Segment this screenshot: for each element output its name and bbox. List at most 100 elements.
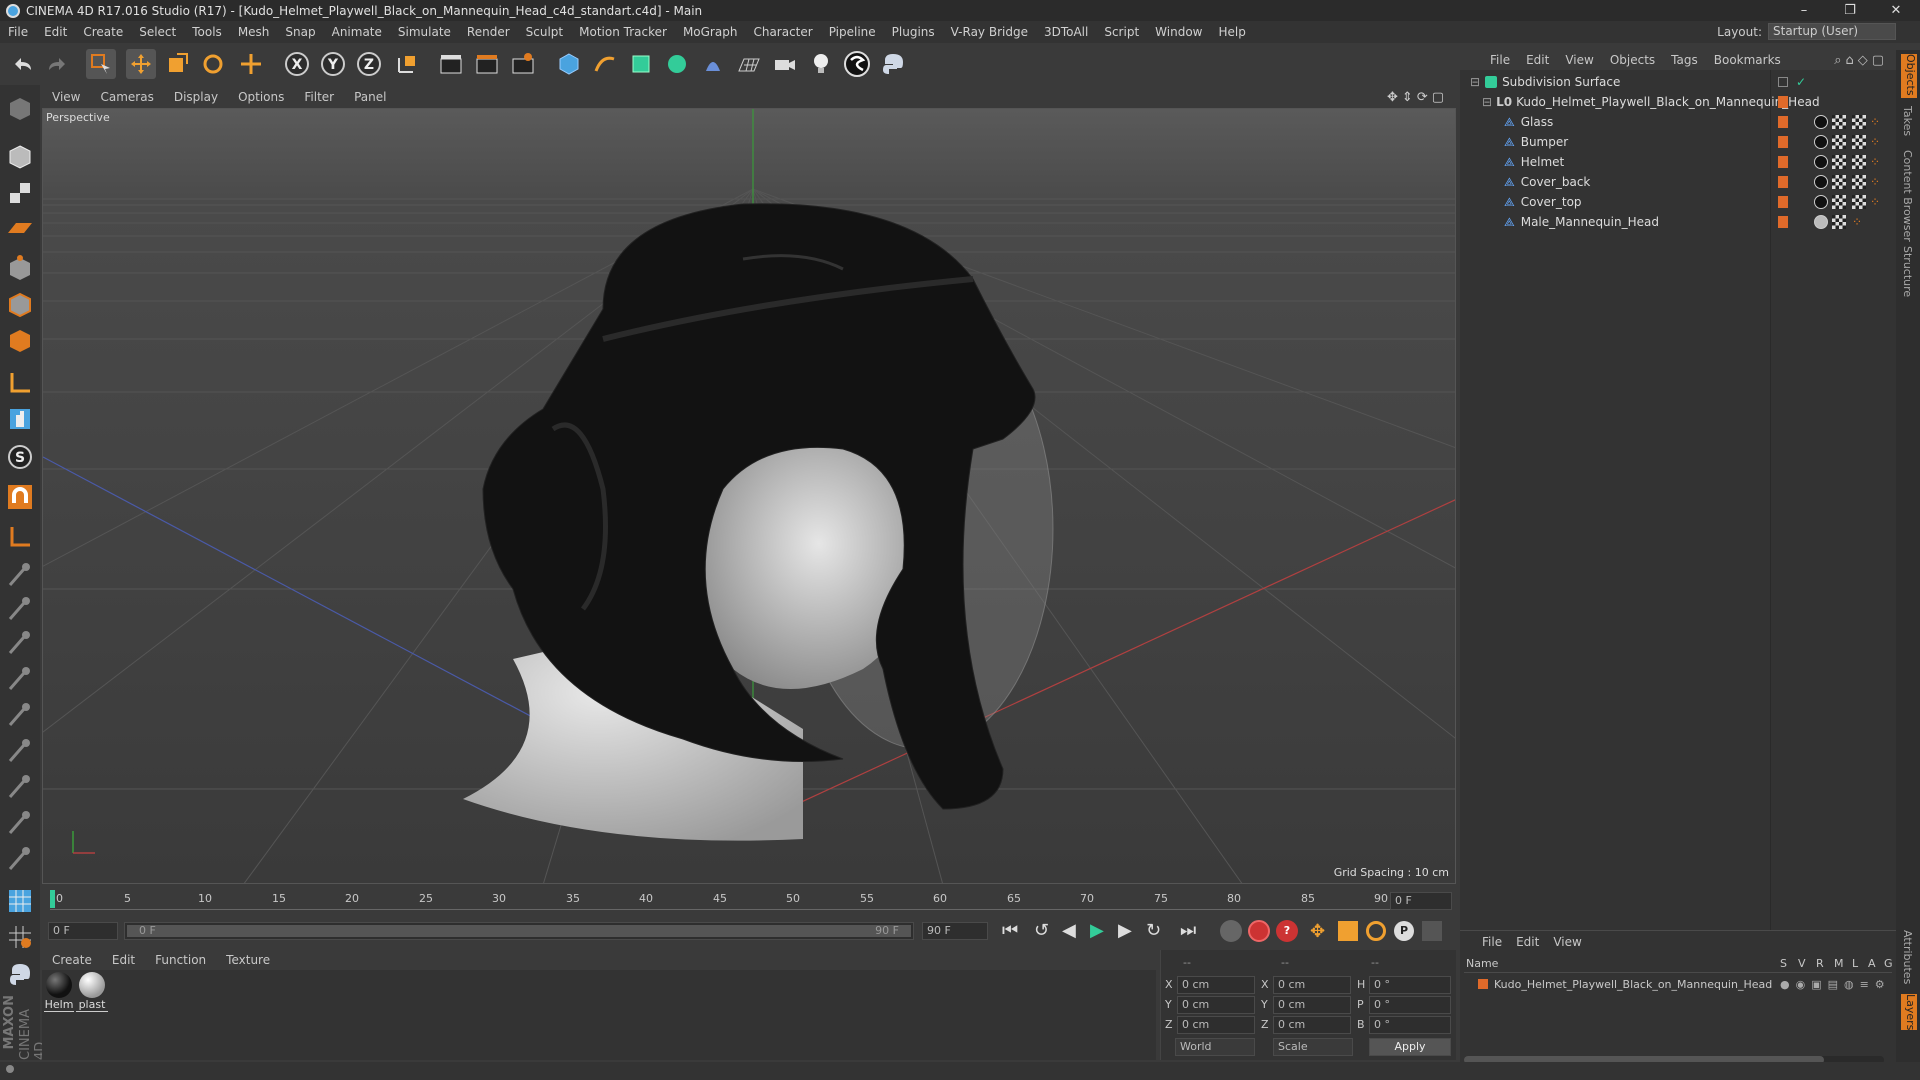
object-menu-view[interactable]: View bbox=[1557, 53, 1601, 67]
menu-edit[interactable]: Edit bbox=[36, 25, 75, 39]
phong-tag-icon[interactable]: ⁘ bbox=[1870, 155, 1880, 169]
menu-vray-bridge[interactable]: V-Ray Bridge bbox=[943, 25, 1036, 39]
phong-tag-icon[interactable]: ⁘ bbox=[1852, 215, 1862, 229]
menu-pipeline[interactable]: Pipeline bbox=[821, 25, 884, 39]
render-picture-viewer-button[interactable] bbox=[472, 49, 502, 79]
lock-grid-2-button[interactable] bbox=[4, 921, 36, 953]
timeline-ruler[interactable]: 0 5 10 15 20 25 30 35 40 45 50 55 60 65 … bbox=[42, 886, 1456, 914]
coordinate-mode-select[interactable]: World bbox=[1175, 1038, 1255, 1056]
sculpt-brush-6-button[interactable] bbox=[4, 735, 36, 767]
object-row-helmet[interactable]: ⟁ Helmet ⁘ bbox=[1460, 152, 1896, 172]
minimize-button[interactable]: – bbox=[1782, 0, 1826, 21]
tab-takes[interactable]: Takes bbox=[1901, 106, 1914, 136]
material-menu-edit[interactable]: Edit bbox=[102, 953, 145, 967]
play-button[interactable]: ▶ bbox=[1090, 920, 1104, 941]
apply-button[interactable]: Apply bbox=[1369, 1038, 1451, 1056]
menu-select[interactable]: Select bbox=[131, 25, 184, 39]
tab-objects[interactable]: Objects bbox=[1901, 54, 1917, 98]
layer-menu-view[interactable]: View bbox=[1553, 935, 1581, 949]
menu-motion-tracker[interactable]: Motion Tracker bbox=[571, 25, 675, 39]
texture-tag-icon[interactable] bbox=[1852, 175, 1866, 189]
next-key-button[interactable]: ↻ bbox=[1146, 920, 1161, 941]
size-z-field[interactable]: 0 cm bbox=[1273, 1016, 1351, 1034]
uvw-tag-icon[interactable] bbox=[1832, 115, 1846, 129]
timeline-track[interactable] bbox=[50, 890, 1412, 910]
texture-tag-icon[interactable] bbox=[1852, 135, 1866, 149]
range-slider-fill[interactable] bbox=[127, 925, 911, 937]
workplane-mode-button[interactable] bbox=[4, 213, 36, 245]
add-light-button[interactable] bbox=[806, 49, 836, 79]
z-axis-lock-button[interactable]: Z bbox=[354, 49, 384, 79]
position-z-field[interactable]: 0 cm bbox=[1177, 1016, 1255, 1034]
material-tag-icon[interactable] bbox=[1814, 215, 1828, 229]
layer-color-tag[interactable] bbox=[1778, 96, 1788, 108]
layer-color-tag[interactable] bbox=[1778, 196, 1788, 208]
tab-attributes[interactable]: Attributes bbox=[1901, 930, 1914, 984]
add-floor-button[interactable] bbox=[734, 49, 764, 79]
go-to-start-button[interactable]: ⏮ bbox=[1002, 920, 1018, 941]
viewport-menu-view[interactable]: View bbox=[42, 90, 90, 104]
object-row-cover-top[interactable]: ⟁ Cover_top ⁘ bbox=[1460, 192, 1896, 212]
menu-3dtoall[interactable]: 3DToAll bbox=[1036, 25, 1096, 39]
rotate-tool-button[interactable] bbox=[198, 49, 228, 79]
object-menu-edit[interactable]: Edit bbox=[1518, 53, 1557, 67]
undo-button[interactable] bbox=[8, 49, 38, 79]
uvw-tag-icon[interactable] bbox=[1832, 175, 1846, 189]
menu-snap[interactable]: Snap bbox=[277, 25, 323, 39]
material-tag-icon[interactable] bbox=[1814, 175, 1828, 189]
layer-color-tag[interactable] bbox=[1778, 156, 1788, 168]
viewport-menu-panel[interactable]: Panel bbox=[344, 90, 396, 104]
layer-menu-file[interactable]: File bbox=[1482, 935, 1502, 949]
viewport-menu-options[interactable]: Options bbox=[228, 90, 294, 104]
python-button[interactable] bbox=[878, 49, 908, 79]
move-tool-button[interactable] bbox=[126, 49, 156, 79]
collapse-toggle-icon[interactable]: ⊟ bbox=[1482, 95, 1492, 109]
menu-file[interactable]: File bbox=[0, 25, 36, 39]
uvw-tag-icon[interactable] bbox=[1832, 155, 1846, 169]
key-scale-button[interactable] bbox=[1338, 921, 1358, 941]
close-button[interactable]: ✕ bbox=[1874, 0, 1918, 21]
prev-frame-button[interactable]: ◀ bbox=[1062, 920, 1076, 941]
render-settings-button[interactable] bbox=[508, 49, 538, 79]
layer-row[interactable]: Kudo_Helmet_Playwell_Black_on_Mannequin_… bbox=[1464, 975, 1892, 993]
sculpt-brush-5-button[interactable] bbox=[4, 699, 36, 731]
material-menu-texture[interactable]: Texture bbox=[216, 953, 280, 967]
3d-viewport[interactable]: Perspective Grid Spacing : 10 cm bbox=[42, 108, 1456, 884]
menu-mograph[interactable]: MoGraph bbox=[675, 25, 746, 39]
model-mode-button[interactable] bbox=[4, 141, 36, 173]
make-editable-button[interactable] bbox=[4, 93, 36, 125]
rotation-p-field[interactable]: 0 ° bbox=[1369, 996, 1451, 1014]
texture-mode-button[interactable] bbox=[4, 177, 36, 209]
texture-tag-icon[interactable] bbox=[1852, 115, 1866, 129]
sculpt-brush-9-button[interactable] bbox=[4, 843, 36, 875]
menu-script[interactable]: Script bbox=[1096, 25, 1147, 39]
rotation-b-field[interactable]: 0 ° bbox=[1369, 1016, 1451, 1034]
key-position-button[interactable]: ✥ bbox=[1310, 921, 1325, 942]
record-keys-off-button[interactable] bbox=[1220, 920, 1242, 942]
menu-sculpt[interactable]: Sculpt bbox=[518, 25, 571, 39]
autokey-help-button[interactable]: ? bbox=[1276, 920, 1298, 942]
menu-simulate[interactable]: Simulate bbox=[390, 25, 459, 39]
viewport-menu-display[interactable]: Display bbox=[164, 90, 228, 104]
y-axis-lock-button[interactable]: Y bbox=[318, 49, 348, 79]
tab-content-browser[interactable]: Content Browser bbox=[1901, 150, 1914, 242]
object-row-glass[interactable]: ⟁ Glass ⁘ bbox=[1460, 112, 1896, 132]
add-generator-button[interactable] bbox=[626, 49, 656, 79]
menu-plugins[interactable]: Plugins bbox=[884, 25, 943, 39]
uvw-tag-icon[interactable] bbox=[1832, 215, 1846, 229]
prev-key-button[interactable]: ↺ bbox=[1034, 920, 1049, 941]
texture-tag-icon[interactable] bbox=[1852, 195, 1866, 209]
size-mode-select[interactable]: Scale bbox=[1273, 1038, 1353, 1056]
uvw-tag-icon[interactable] bbox=[1832, 195, 1846, 209]
key-rotation-button[interactable] bbox=[1366, 921, 1386, 941]
menu-tools[interactable]: Tools bbox=[184, 25, 230, 39]
phong-tag-icon[interactable]: ⁘ bbox=[1870, 135, 1880, 149]
object-row-cover-back[interactable]: ⟁ Cover_back ⁘ bbox=[1460, 172, 1896, 192]
viewport-menu-cameras[interactable]: Cameras bbox=[90, 90, 163, 104]
next-frame-button[interactable]: ▶ bbox=[1118, 920, 1132, 941]
maximize-button[interactable]: ❐ bbox=[1828, 0, 1872, 21]
layer-color-tag[interactable] bbox=[1778, 136, 1788, 148]
enabled-check-icon[interactable]: ✓ bbox=[1796, 75, 1806, 89]
current-frame-field[interactable]: 0 F bbox=[1390, 892, 1452, 910]
layer-color-swatch[interactable] bbox=[1478, 979, 1488, 989]
